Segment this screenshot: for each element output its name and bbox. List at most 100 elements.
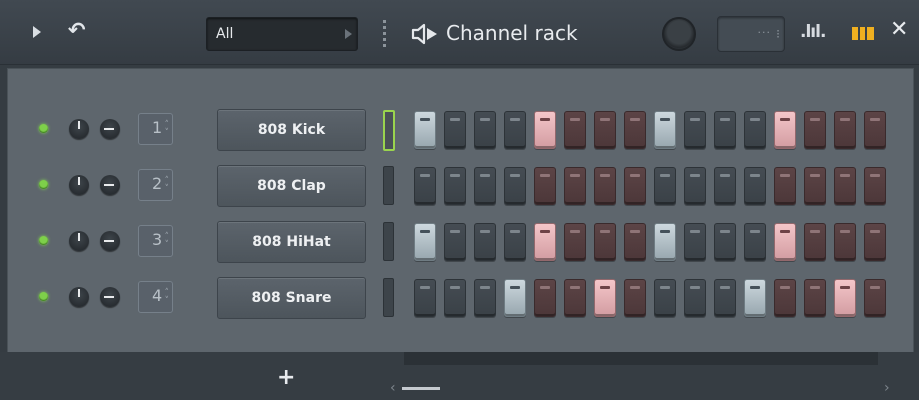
step-button[interactable] [474, 279, 496, 317]
step-button[interactable] [474, 223, 496, 261]
step-button[interactable] [564, 111, 586, 149]
step-button[interactable] [834, 111, 856, 149]
step-button[interactable] [564, 167, 586, 205]
channel-name-button[interactable]: 808 HiHat [217, 221, 366, 263]
step-button[interactable] [744, 279, 766, 317]
step-button[interactable] [594, 167, 616, 205]
step-button[interactable] [774, 111, 796, 149]
step-button[interactable] [774, 167, 796, 205]
channel-volume-knob[interactable] [100, 231, 120, 251]
step-button[interactable] [714, 223, 736, 261]
step-button[interactable] [564, 279, 586, 317]
grip-icon[interactable] [383, 20, 386, 48]
step-button[interactable] [624, 223, 646, 261]
step-button[interactable] [534, 167, 556, 205]
step-button[interactable] [864, 279, 886, 317]
step-button[interactable] [594, 111, 616, 149]
scroll-right-icon[interactable]: › [884, 380, 890, 396]
undo-icon[interactable]: ↶ [68, 18, 86, 42]
step-button[interactable] [714, 111, 736, 149]
mixer-track-selector[interactable]: 4 ˄ ˅ [138, 281, 173, 313]
step-button[interactable] [624, 167, 646, 205]
step-button[interactable] [774, 279, 796, 317]
channel-mute-led[interactable] [39, 180, 48, 189]
channel-volume-knob[interactable] [100, 287, 120, 307]
channel-volume-knob[interactable] [100, 119, 120, 139]
step-button[interactable] [504, 167, 526, 205]
step-button[interactable] [864, 223, 886, 261]
step-button[interactable] [654, 223, 676, 261]
step-button[interactable] [834, 223, 856, 261]
channel-filter-select[interactable]: All [206, 17, 358, 51]
step-button[interactable] [714, 167, 736, 205]
step-button[interactable] [864, 167, 886, 205]
step-button[interactable] [534, 279, 556, 317]
step-button[interactable] [504, 279, 526, 317]
speaker-icon[interactable] [411, 22, 439, 46]
channel-select-indicator[interactable] [383, 166, 394, 205]
step-button[interactable] [444, 167, 466, 205]
step-button[interactable] [504, 111, 526, 149]
pattern-selector[interactable]: ··· ⁝ [717, 16, 785, 52]
step-button[interactable] [474, 167, 496, 205]
play-icon[interactable] [33, 26, 41, 38]
step-button[interactable] [534, 223, 556, 261]
step-button[interactable] [804, 167, 826, 205]
channel-name-button[interactable]: 808 Kick [217, 109, 366, 151]
step-button[interactable] [654, 279, 676, 317]
channel-mute-led[interactable] [39, 124, 48, 133]
channel-pan-knob[interactable] [69, 287, 89, 307]
step-button[interactable] [744, 111, 766, 149]
step-button[interactable] [624, 279, 646, 317]
step-button[interactable] [804, 279, 826, 317]
step-button[interactable] [654, 167, 676, 205]
step-button[interactable] [804, 223, 826, 261]
close-icon[interactable]: ✕ [890, 16, 908, 44]
step-button[interactable] [444, 223, 466, 261]
step-button[interactable] [714, 279, 736, 317]
channel-name-button[interactable]: 808 Clap [217, 165, 366, 207]
step-button[interactable] [804, 111, 826, 149]
channel-name-button[interactable]: 808 Snare [217, 277, 366, 319]
add-channel-button[interactable]: + [277, 366, 295, 390]
mixer-track-selector[interactable]: 2 ˄ ˅ [138, 169, 173, 201]
step-button[interactable] [864, 111, 886, 149]
step-button[interactable] [684, 223, 706, 261]
step-button[interactable] [684, 111, 706, 149]
step-button[interactable] [414, 279, 436, 317]
channel-pan-knob[interactable] [69, 175, 89, 195]
step-button[interactable] [684, 279, 706, 317]
channel-pan-knob[interactable] [69, 231, 89, 251]
step-button[interactable] [744, 223, 766, 261]
step-button[interactable] [414, 223, 436, 261]
step-button[interactable] [624, 111, 646, 149]
scroll-thumb[interactable] [402, 387, 440, 390]
channel-mute-led[interactable] [39, 292, 48, 301]
step-button[interactable] [684, 167, 706, 205]
swing-knob[interactable] [662, 17, 696, 51]
channel-mute-led[interactable] [39, 236, 48, 245]
channel-select-indicator[interactable] [383, 278, 394, 317]
channel-pan-knob[interactable] [69, 119, 89, 139]
step-button[interactable] [834, 167, 856, 205]
step-button[interactable] [504, 223, 526, 261]
mixer-track-selector[interactable]: 3 ˄ ˅ [138, 225, 173, 257]
scroll-left-icon[interactable]: ‹ [390, 380, 396, 396]
step-button[interactable] [414, 167, 436, 205]
step-button[interactable] [474, 111, 496, 149]
channel-volume-knob[interactable] [100, 175, 120, 195]
step-button[interactable] [774, 223, 796, 261]
piano-roll-icon[interactable] [852, 27, 874, 40]
step-button[interactable] [444, 111, 466, 149]
step-button[interactable] [744, 167, 766, 205]
step-button[interactable] [834, 279, 856, 317]
mixer-track-selector[interactable]: 1 ˄ ˅ [138, 113, 173, 145]
step-button[interactable] [564, 223, 586, 261]
graph-editor-icon[interactable]: .lıl. [800, 22, 826, 42]
channel-select-indicator[interactable] [383, 110, 395, 151]
step-button[interactable] [654, 111, 676, 149]
channel-select-indicator[interactable] [383, 222, 394, 261]
step-button[interactable] [414, 111, 436, 149]
step-button[interactable] [594, 279, 616, 317]
step-button[interactable] [534, 111, 556, 149]
